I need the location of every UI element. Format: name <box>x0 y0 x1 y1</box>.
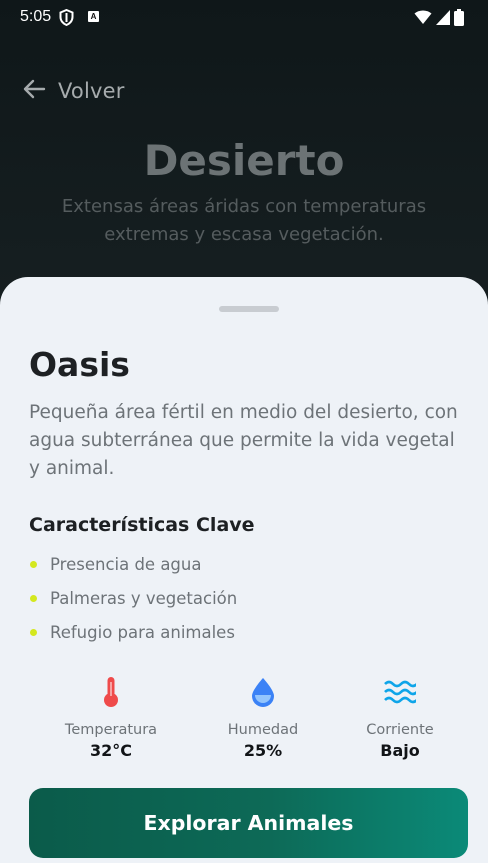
stat-temperature: Temperatura 32°C <box>36 675 186 760</box>
feature-item: Refugio para animales <box>29 615 237 649</box>
stat-current: Corriente Bajo <box>325 675 475 760</box>
status-right-icons <box>414 9 464 30</box>
thermometer-icon <box>36 675 186 709</box>
feature-item: Palmeras y vegetación <box>29 581 237 615</box>
sheet-description: Pequeña área fértil en medio del desiert… <box>29 402 458 479</box>
sheet-title: Oasis <box>29 345 130 384</box>
bullet-dot-icon <box>30 560 37 568</box>
bottom-sheet: Oasis Pequeña área fértil en medio del d… <box>0 277 488 863</box>
stat-value: 25% <box>243 741 283 760</box>
waves-icon <box>325 675 475 709</box>
stat-label: Corriente <box>366 722 434 738</box>
feature-label: Presencia de agua <box>50 554 202 574</box>
status-time: 5:05 <box>20 8 52 25</box>
features-title: Características Clave <box>29 514 255 536</box>
wifi-icon <box>414 10 432 29</box>
stat-value: Bajo <box>380 741 420 760</box>
feature-label: Palmeras y vegetación <box>50 588 238 608</box>
back-button[interactable]: Volver <box>22 78 125 104</box>
explore-animals-button[interactable]: Explorar Animales <box>29 788 468 858</box>
stat-label: Temperatura <box>64 722 158 738</box>
signal-icon <box>436 10 450 29</box>
feature-item: Presencia de agua <box>29 547 237 581</box>
status-bar: 5:05 A <box>0 0 488 36</box>
sheet-drag-handle[interactable] <box>219 306 279 312</box>
stat-label: Humedad <box>227 722 299 738</box>
arrow-left-icon <box>22 78 46 104</box>
shield-icon <box>59 8 74 30</box>
page-title: Desierto <box>143 136 345 185</box>
water-drop-icon <box>188 675 338 709</box>
page-subtitle: Extensas áreas áridas con temperaturas e… <box>61 196 427 245</box>
stat-value: 32°C <box>89 741 132 760</box>
feature-label: Refugio para animales <box>50 622 235 642</box>
bullet-dot-icon <box>30 594 37 602</box>
bullet-dot-icon <box>30 628 37 636</box>
back-label: Volver <box>58 79 125 103</box>
features-list: Presencia de agua Palmeras y vegetación … <box>29 547 237 649</box>
stat-humidity: Humedad 25% <box>188 675 338 760</box>
battery-icon <box>454 9 464 30</box>
a-badge-icon: A <box>88 11 99 22</box>
